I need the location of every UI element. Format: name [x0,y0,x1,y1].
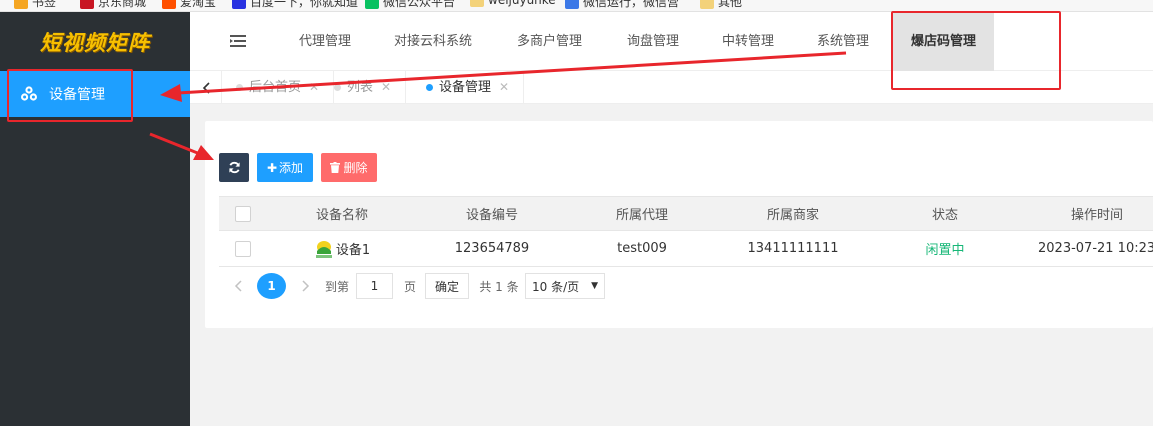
tab-dot [236,84,243,91]
caret-down-icon: ▼ [591,281,598,291]
pagination: 1 到第 1 页 确定 共 1 条 10 条/页 ▼ [219,273,719,301]
tab-list[interactable]: 列表 ✕ [320,71,407,104]
folder-icon [700,0,714,9]
close-icon[interactable]: ✕ [381,80,391,94]
confirm-page-button[interactable]: 确定 [425,273,469,299]
taobao-icon [162,0,176,9]
plus-icon: ✚ [266,160,278,175]
bookmark-item[interactable]: weijuyunke [470,0,556,7]
tab-device-management[interactable]: 设备管理 ✕ [412,71,525,104]
table-row[interactable]: 设备1 123654789 test009 13411111111 闲置中 20… [219,231,1153,267]
delete-button[interactable]: 删除 [321,153,377,182]
agent-cell: test009 [617,241,667,256]
device-name-cell: 设备1 [267,231,417,266]
tabs-scroll-left[interactable] [190,71,222,104]
menu-toggle-icon[interactable] [230,34,246,48]
tab-home[interactable]: 后台首页 ✕ [222,71,335,104]
column-header[interactable]: 状态 [869,197,1021,230]
select-all-cell [219,197,267,230]
table-header: 设备名称 设备编号 所属代理 所属商家 状态 操作时间 [219,197,1153,231]
bookmark-item[interactable]: 爱淘宝 [162,0,216,10]
page-unit-label: 页 [403,279,416,294]
refresh-button[interactable] [219,153,249,182]
page-size-select[interactable]: 10 条/页 ▼ [525,273,605,299]
nav-item-yunke-integration[interactable]: 对接云科系统 [394,12,472,71]
row-checkbox[interactable] [235,240,251,257]
device-thumbnail-icon [313,238,334,259]
device-table: 设备名称 设备编号 所属代理 所属商家 状态 操作时间 设备1 12365478… [219,196,1153,267]
status-cell: 闲置中 [925,243,965,258]
device-number-cell: 123654789 [454,241,530,256]
star-icon [14,0,28,9]
chevron-left-icon [202,81,210,94]
nav-item-system-management[interactable]: 系统管理 [817,12,869,71]
trash-icon [330,162,341,173]
column-header[interactable]: 所属代理 [567,197,717,230]
operation-time-cell: 2023-07-21 10:23... [1038,241,1153,256]
nav-item-inquiry-management[interactable]: 询盘管理 [627,12,679,71]
column-header[interactable]: 操作时间 [1021,197,1153,230]
refresh-icon [228,161,240,174]
row-select-cell [219,231,267,266]
chevron-right-icon [302,280,310,292]
page-number-input[interactable]: 1 [356,273,393,299]
add-button[interactable]: ✚ 添加 [257,153,313,182]
current-page[interactable]: 1 [257,273,286,299]
close-icon[interactable]: ✕ [499,80,509,94]
bookmark-item[interactable]: 其他 [700,0,742,10]
content-card: ✚ 添加 删除 设备名称 设备编号 所属代理 所属商家 状态 操作时间 设备1 … [205,121,1153,328]
tab-dot [334,84,341,91]
column-header[interactable]: 所属商家 [717,197,869,230]
select-all-checkbox[interactable] [235,205,251,222]
bookmark-item[interactable]: 微信运行，微信营 [565,0,679,10]
app-logo: 短视频矩阵 [40,30,150,55]
annotation-box-top-nav [891,11,1061,90]
column-header[interactable]: 设备编号 [417,197,567,230]
next-page-button[interactable] [299,273,313,299]
goto-label: 到第 [324,279,349,294]
nav-item-multi-merchant[interactable]: 多商户管理 [517,12,582,71]
jd-icon [80,0,94,9]
bookmark-item[interactable]: 京东商城 [80,0,146,10]
wechat-icon [365,0,379,9]
column-header[interactable]: 设备名称 [267,197,417,230]
baidu-icon [232,0,246,9]
bookmark-item[interactable]: 百度一下，你就知道 [232,0,358,10]
globe-icon [565,0,579,9]
annotation-box-sidebar [7,69,133,122]
close-icon[interactable]: ✕ [309,80,319,94]
bookmark-item[interactable]: 书签 [14,0,56,10]
total-count: 共 1 条 [479,279,519,294]
tab-dot [426,84,433,91]
nav-item-agent-management[interactable]: 代理管理 [299,12,351,71]
prev-page-button[interactable] [231,273,245,299]
folder-icon [470,0,484,7]
nav-item-transfer-management[interactable]: 中转管理 [722,12,774,71]
bookmark-item[interactable]: 微信公众平台 [365,0,455,10]
merchant-cell: 13411111111 [747,241,839,256]
chevron-left-icon [234,280,242,292]
